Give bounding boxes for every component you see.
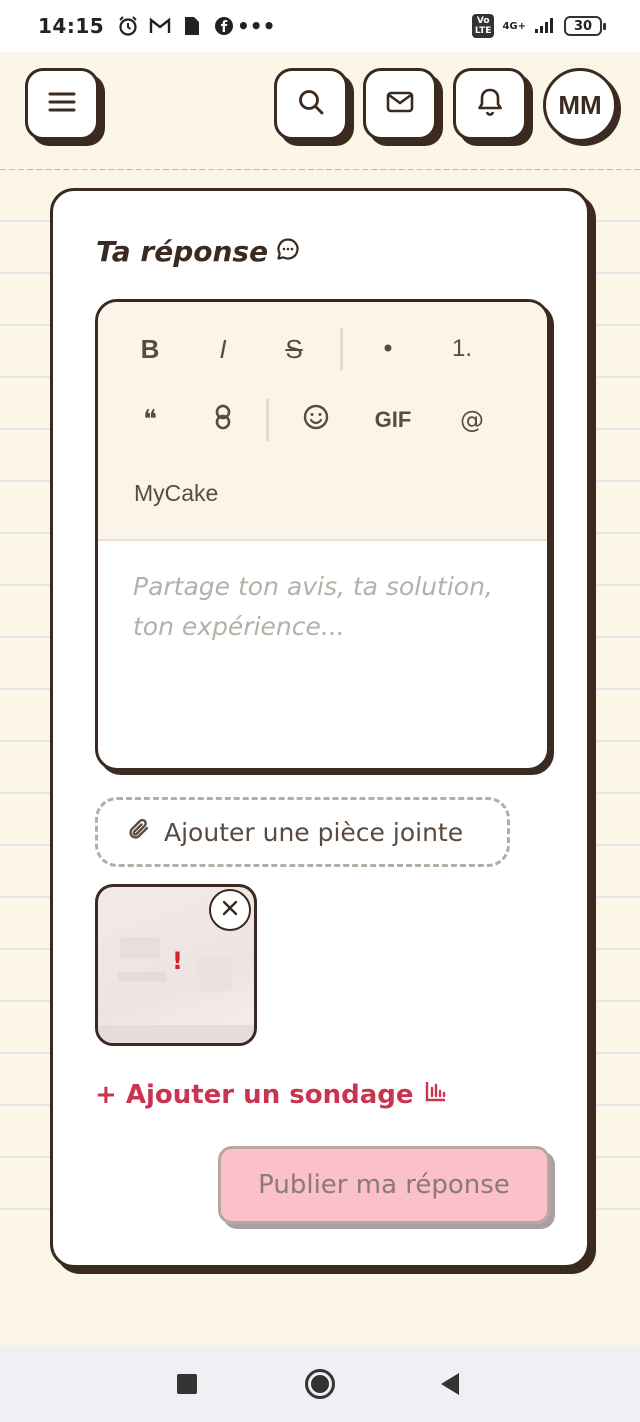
bell-icon bbox=[477, 87, 503, 121]
quote-icon: ❝ bbox=[143, 405, 157, 435]
gmail-icon bbox=[148, 14, 172, 38]
gif-button[interactable]: GIF bbox=[368, 399, 418, 441]
thumbnail-detail bbox=[120, 937, 160, 959]
link-icon bbox=[212, 404, 234, 437]
add-poll-link[interactable]: + Ajouter un sondage bbox=[95, 1079, 448, 1110]
network-type: 4G+ bbox=[502, 20, 526, 32]
alarm-icon bbox=[116, 14, 140, 38]
publish-button[interactable]: Publier ma réponse bbox=[218, 1146, 550, 1224]
emoji-icon bbox=[302, 403, 330, 438]
search-icon bbox=[297, 88, 325, 120]
paperclip-icon bbox=[126, 816, 152, 848]
numbered-list-button[interactable]: 1. bbox=[438, 328, 486, 370]
chat-bubble-icon bbox=[276, 235, 300, 268]
reply-card: Ta réponse B I S • 1. ❝ GIF @ MyCake Par… bbox=[50, 188, 590, 1268]
battery-level: 30 bbox=[573, 18, 593, 34]
bullet-list-button[interactable]: • bbox=[366, 328, 410, 370]
italic-label: I bbox=[219, 333, 227, 364]
add-attachment-label: Ajouter une pièce jointe bbox=[164, 817, 464, 847]
status-bar: 14:15 ••• Vo LTE 4G+ 30 bbox=[0, 0, 640, 52]
signal-icon bbox=[534, 16, 556, 37]
thumbnail-detail bbox=[198, 957, 232, 991]
more-icon: ••• bbox=[237, 14, 276, 38]
volte-icon: Vo LTE bbox=[471, 14, 495, 38]
search-button[interactable] bbox=[274, 68, 348, 140]
toolbar-divider bbox=[266, 399, 269, 441]
quote-button[interactable]: ❝ bbox=[128, 399, 172, 441]
notifications-button[interactable] bbox=[453, 68, 527, 140]
bullet-list-label: • bbox=[380, 335, 396, 363]
mention-button[interactable]: @ bbox=[450, 399, 494, 441]
reply-editor: B I S • 1. ❝ GIF @ MyCake Partage ton av… bbox=[95, 299, 550, 771]
facebook-icon bbox=[212, 14, 236, 38]
avatar[interactable]: MM bbox=[543, 68, 617, 142]
add-poll-label: + Ajouter un sondage bbox=[95, 1079, 414, 1110]
system-navigation-bar bbox=[0, 1345, 640, 1422]
recents-button[interactable] bbox=[177, 1374, 197, 1394]
toolbar-divider bbox=[340, 328, 343, 370]
remove-attachment-button[interactable] bbox=[209, 889, 251, 931]
mycake-label: MyCake bbox=[134, 479, 219, 506]
numbered-list-label: 1. bbox=[451, 335, 472, 362]
menu-button[interactable] bbox=[25, 68, 99, 140]
reply-title: Ta réponse bbox=[96, 235, 300, 268]
battery-icon: 30 bbox=[564, 16, 606, 36]
thumbnail-error-mark: ! bbox=[172, 947, 183, 975]
close-icon bbox=[221, 899, 239, 921]
mycake-button[interactable]: MyCake bbox=[134, 472, 218, 514]
editor-toolbar: B I S • 1. ❝ GIF @ MyCake bbox=[98, 302, 547, 541]
reply-title-text: Ta réponse bbox=[96, 235, 269, 268]
bold-button[interactable]: B bbox=[128, 328, 172, 370]
mail-icon bbox=[386, 91, 414, 117]
status-time: 14:15 bbox=[38, 14, 105, 38]
thumbnail-detail bbox=[98, 1025, 254, 1043]
reply-textarea[interactable]: Partage ton avis, ta solution, ton expér… bbox=[133, 567, 533, 647]
thumbnail-detail bbox=[118, 972, 166, 982]
home-icon bbox=[311, 1375, 329, 1393]
mention-label: @ bbox=[460, 406, 484, 434]
home-button[interactable] bbox=[305, 1369, 335, 1399]
page-footer-area bbox=[0, 1255, 640, 1345]
strikethrough-label: S bbox=[285, 333, 303, 364]
messages-button[interactable] bbox=[363, 68, 437, 140]
add-attachment-button[interactable]: Ajouter une pièce jointe bbox=[95, 797, 510, 867]
file-icon bbox=[180, 14, 204, 38]
link-button[interactable] bbox=[201, 399, 245, 441]
avatar-initials: MM bbox=[558, 89, 602, 120]
back-button[interactable] bbox=[441, 1373, 459, 1395]
bold-label: B bbox=[140, 333, 160, 364]
bar-chart-icon bbox=[424, 1079, 448, 1110]
italic-button[interactable]: I bbox=[201, 328, 245, 370]
strikethrough-button[interactable]: S bbox=[272, 328, 316, 370]
publish-label: Publier ma réponse bbox=[258, 1170, 510, 1200]
hamburger-icon bbox=[48, 91, 76, 117]
emoji-button[interactable] bbox=[294, 399, 338, 441]
gif-label: GIF bbox=[374, 407, 412, 432]
